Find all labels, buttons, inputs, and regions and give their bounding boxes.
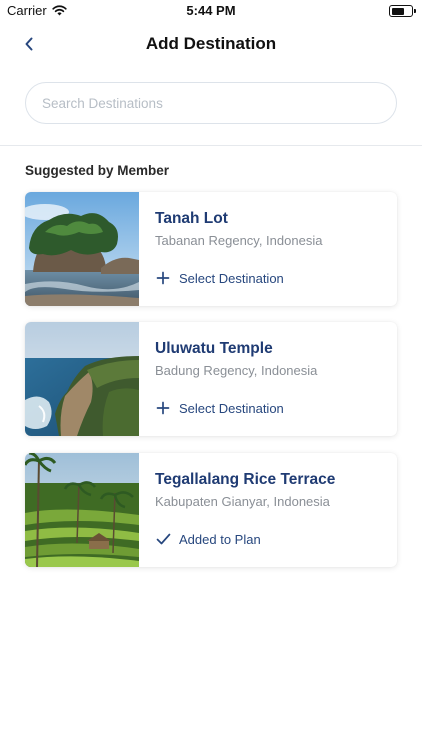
status-time: 5:44 PM <box>186 3 236 18</box>
navigation-bar: Add Destination <box>0 22 422 66</box>
destination-card[interactable]: Uluwatu Temple Badung Regency, Indonesia… <box>25 322 397 436</box>
destination-card[interactable]: Tegallalang Rice Terrace Kabupaten Giany… <box>25 453 397 567</box>
status-bar: Carrier 5:44 PM <box>0 0 422 22</box>
select-destination-button[interactable]: Select Destination <box>155 270 284 286</box>
battery-tip <box>414 9 416 13</box>
destination-location: Kabupaten Gianyar, Indonesia <box>155 494 330 509</box>
section-title: Suggested by Member <box>25 163 170 178</box>
check-icon <box>155 531 171 547</box>
search-bar <box>25 82 397 124</box>
destination-photo <box>25 192 139 306</box>
action-label: Added to Plan <box>179 531 261 547</box>
battery-icon <box>389 5 416 17</box>
destination-photo <box>25 453 139 567</box>
plus-icon <box>155 400 171 416</box>
search-input[interactable] <box>26 83 396 123</box>
action-label: Select Destination <box>179 270 284 286</box>
divider <box>0 145 422 146</box>
added-to-plan-status[interactable]: Added to Plan <box>155 531 261 547</box>
destination-name: Tegallalang Rice Terrace <box>155 471 336 488</box>
page-title: Add Destination <box>145 34 277 53</box>
destination-name: Uluwatu Temple <box>155 340 273 357</box>
select-destination-button[interactable]: Select Destination <box>155 400 284 416</box>
destination-location: Badung Regency, Indonesia <box>155 363 318 378</box>
battery-level <box>391 7 405 15</box>
destination-location: Tabanan Regency, Indonesia <box>155 233 323 248</box>
plus-icon <box>155 270 171 286</box>
destination-name: Tanah Lot <box>155 210 228 227</box>
action-label: Select Destination <box>179 400 284 416</box>
destination-photo <box>25 322 139 436</box>
destination-card[interactable]: Tanah Lot Tabanan Regency, Indonesia Sel… <box>25 192 397 306</box>
